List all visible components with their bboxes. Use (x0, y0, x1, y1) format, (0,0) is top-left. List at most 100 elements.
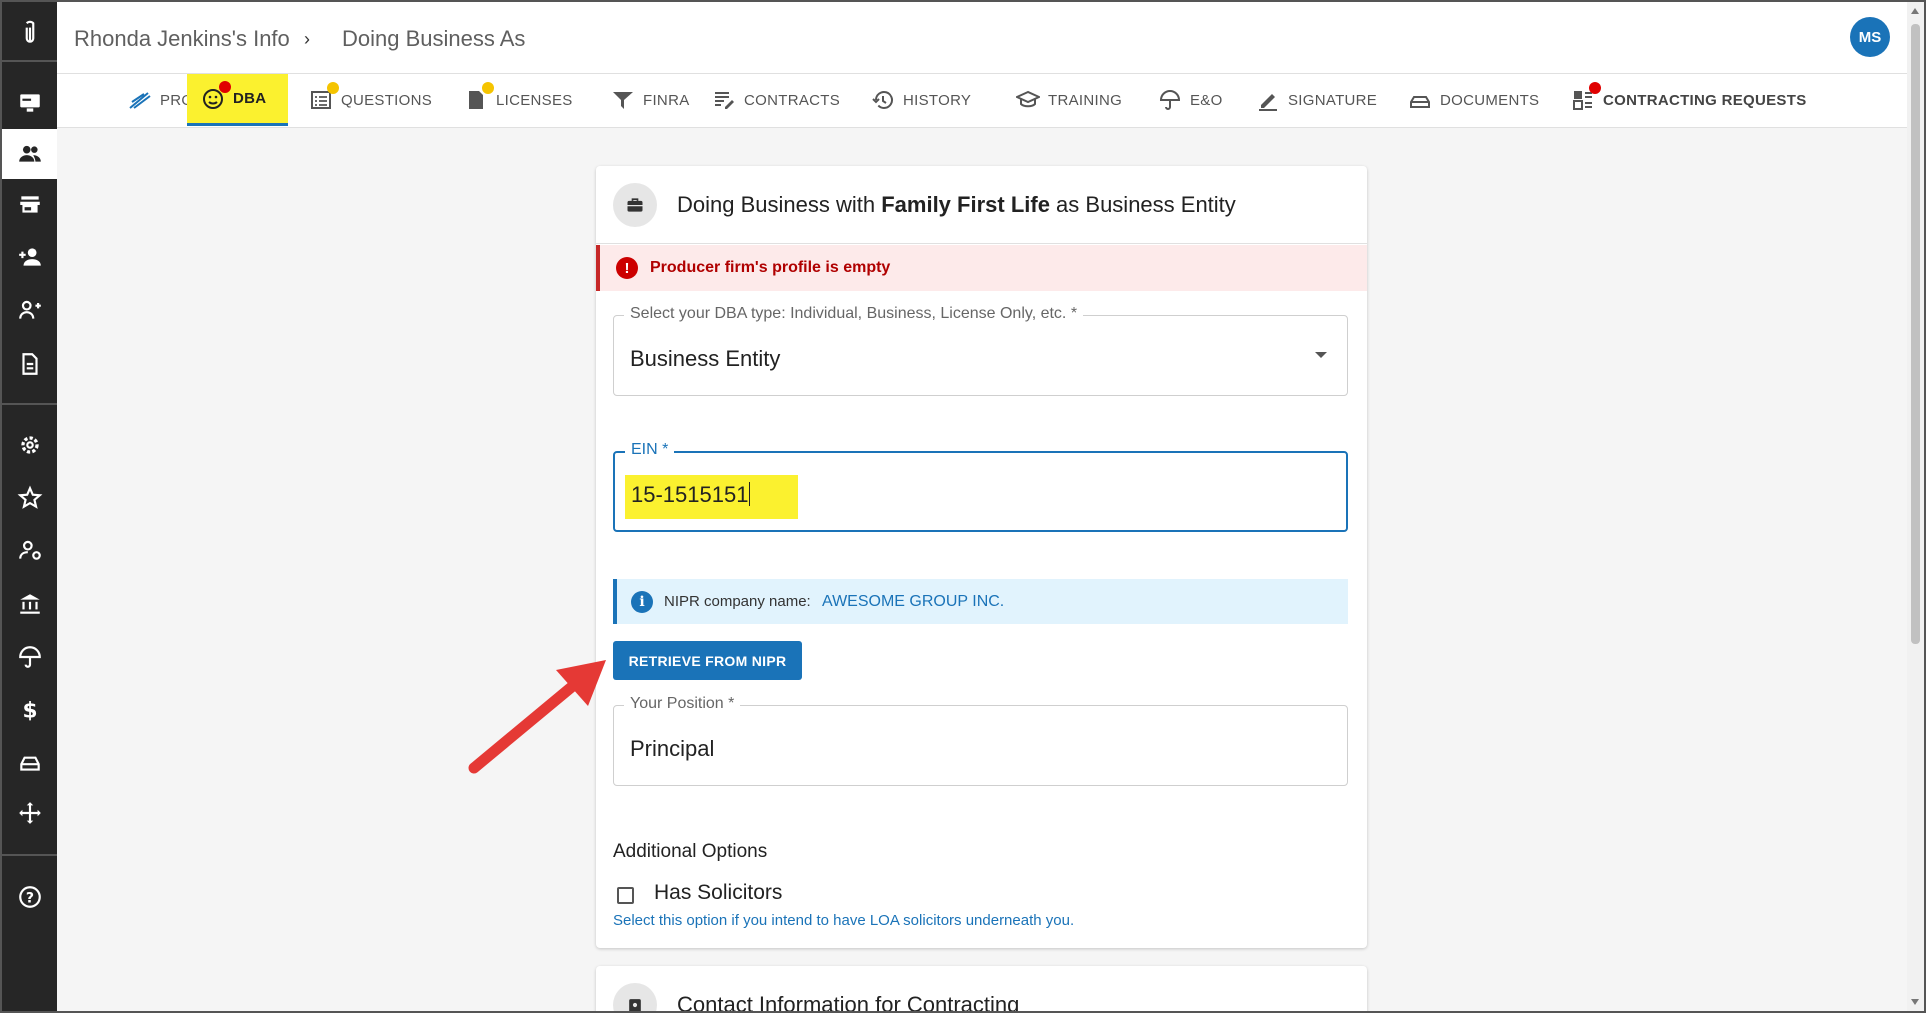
breadcrumb-parent[interactable]: Rhonda Jenkins's Info (74, 26, 290, 52)
sidebar-item-star[interactable] (2, 473, 57, 523)
group-add-icon (18, 300, 41, 319)
ein-value: 15-1515151 (631, 482, 749, 507)
nipr-info-alert: i NIPR company name: AWESOME GROUP INC. (613, 579, 1348, 624)
document-icon (21, 353, 38, 375)
store-icon (19, 196, 40, 213)
contact-card: Contact Information for Contracting (596, 966, 1367, 1013)
tab-contracting-requests[interactable]: CONTRACTING REQUESTS (1557, 74, 1821, 126)
dba-type-select[interactable]: Select your DBA type: Individual, Busine… (613, 305, 1348, 396)
error-icon: ! (616, 257, 638, 279)
sidebar-item-inbox[interactable] (2, 737, 57, 787)
annotation-arrow-icon (468, 660, 606, 774)
help-icon: ? (18, 886, 41, 908)
tab-label: DOCUMENTS (1440, 91, 1540, 109)
has-solicitors-checkbox[interactable] (617, 887, 634, 904)
position-field[interactable]: Your Position * Principal (613, 695, 1348, 786)
error-alert: ! Producer firm's profile is empty (596, 245, 1367, 291)
tab-label: FINRA (643, 91, 690, 109)
move-icon (18, 802, 41, 824)
sidebar-item-umbrella[interactable] (2, 632, 57, 682)
sidebar-item-dashboard[interactable] (2, 78, 57, 128)
tab-contracts[interactable]: CONTRACTS (698, 74, 854, 126)
info-icon: i (631, 591, 653, 613)
tab-label: LICENSES (496, 91, 573, 109)
card-title-suffix: as Business Entity (1049, 192, 1236, 217)
tab-licenses[interactable]: LICENSES (450, 74, 587, 126)
tab-bar: PROFILE DBA QUESTIONS LICENSES FINRA CON… (57, 74, 1907, 128)
additional-options-title: Additional Options (613, 841, 768, 862)
position-value: Principal (630, 736, 715, 761)
scroll-up-icon[interactable] (1911, 8, 1919, 14)
sidebar-item-dollar[interactable]: $ (2, 685, 57, 735)
nipr-company-label: NIPR company name: (664, 593, 811, 610)
licenses-badge (482, 82, 494, 94)
training-icon (1014, 88, 1042, 112)
scroll-thumb[interactable] (1911, 24, 1920, 644)
tab-label: SIGNATURE (1288, 91, 1378, 109)
dropdown-arrow-icon[interactable] (1315, 352, 1327, 358)
tab-history[interactable]: HISTORY (857, 74, 985, 126)
sidebar-item-group-add[interactable] (2, 285, 57, 335)
tab-finra[interactable]: FINRA (597, 74, 704, 126)
text-cursor (749, 482, 751, 506)
retrieve-from-nipr-button[interactable]: RETRIEVE FROM NIPR (613, 641, 802, 680)
star-icon (17, 485, 42, 509)
error-text: Producer firm's profile is empty (650, 259, 891, 276)
ein-label: EIN * (625, 441, 675, 459)
contracting-requests-badge (1589, 82, 1601, 94)
tab-label: E&O (1190, 91, 1223, 109)
sidebar-item-bank[interactable] (2, 579, 57, 629)
sidebar-item-move[interactable] (2, 788, 57, 838)
dba-card: Doing Business with Family First Life as… (596, 166, 1367, 948)
tab-label: DBA (233, 90, 267, 107)
user-settings-icon (18, 540, 41, 560)
sidebar-item-document[interactable] (2, 339, 57, 389)
add-person-icon (18, 248, 41, 266)
dba-icon (201, 80, 231, 111)
tab-questions[interactable]: QUESTIONS (295, 74, 446, 126)
contracting-requests-icon (1571, 82, 1601, 112)
profile-icon (128, 88, 152, 112)
user-avatar[interactable]: MS (1850, 17, 1890, 57)
finra-icon (611, 88, 635, 112)
page-scrollbar[interactable] (1907, 2, 1924, 1011)
tab-dba[interactable]: DBA (187, 74, 288, 126)
contact-card-title: Contact Information for Contracting (677, 992, 1020, 1013)
card-title: Doing Business with Family First Life as… (677, 192, 1236, 218)
breadcrumb-current: Doing Business As (342, 26, 526, 51)
signature-icon (1256, 88, 1280, 112)
card-divider (596, 243, 1367, 244)
questions-icon (309, 82, 339, 112)
dba-badge (219, 80, 231, 93)
sidebar-item-store[interactable] (2, 180, 57, 230)
licenses-icon (464, 82, 494, 112)
nipr-company-value: AWESOME GROUP INC. (822, 593, 1005, 610)
scroll-down-icon[interactable] (1911, 999, 1919, 1005)
position-label: Your Position * (624, 695, 741, 713)
has-solicitors-label[interactable]: Has Solicitors (654, 881, 782, 905)
tab-label: CONTRACTING REQUESTS (1603, 91, 1807, 109)
ein-value-wrap: 15-1515151 (631, 482, 751, 508)
svg-text:?: ? (25, 890, 33, 906)
sidebar-item-people[interactable] (2, 129, 57, 179)
umbrella-icon (1158, 88, 1182, 112)
bank-icon (19, 594, 40, 614)
sidebar: $ ? (2, 2, 57, 1011)
tab-documents[interactable]: DOCUMENTS (1394, 74, 1553, 126)
questions-badge (327, 82, 339, 94)
sidebar-divider (2, 60, 57, 62)
dollar-icon: $ (22, 699, 37, 723)
sidebar-item-help[interactable]: ? (2, 872, 57, 922)
sidebar-item-settings[interactable] (2, 420, 57, 470)
tab-training[interactable]: TRAINING (1002, 74, 1136, 126)
documents-icon (1408, 88, 1432, 112)
people-icon (18, 145, 41, 162)
top-bar: Rhonda Jenkins's Info › Doing Business A… (57, 2, 1907, 74)
sidebar-item-user-settings[interactable] (2, 525, 57, 575)
tab-eo[interactable]: E&O (1144, 74, 1237, 126)
tab-signature[interactable]: SIGNATURE (1242, 74, 1391, 126)
ein-field[interactable]: EIN * 15-1515151 (613, 441, 1348, 532)
sidebar-item-add-person[interactable] (2, 232, 57, 282)
tab-label: QUESTIONS (341, 91, 433, 109)
app-logo-icon[interactable] (2, 8, 57, 58)
